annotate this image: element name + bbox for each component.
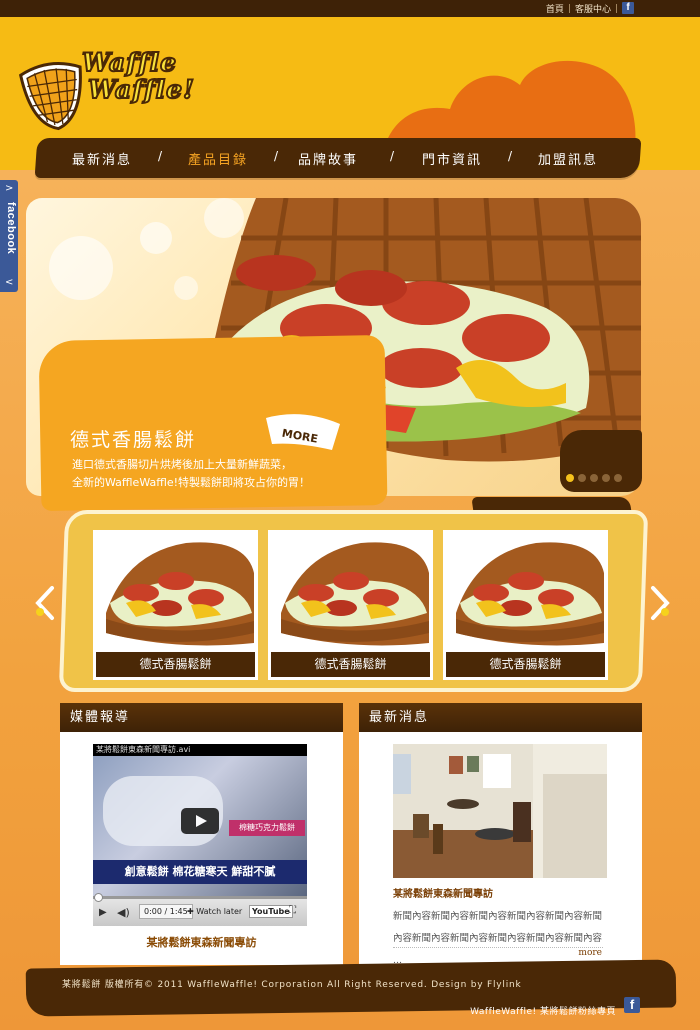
slide-dot[interactable]: [578, 474, 586, 482]
home-link[interactable]: 首頁: [546, 2, 564, 15]
media-report-panel: 媒體報導 某將鬆餅東森新聞專訪.avi 棉糖巧克力鬆餅 創意鬆餅 棉花糖寒天 鮮…: [60, 703, 343, 965]
fullscreen-icon[interactable]: ⛶: [289, 905, 296, 916]
product-caption: 德式香腸鬆餅: [446, 652, 605, 677]
hero-description: 進口德式香腸切片烘烤後加上大量新鮮蔬菜， 全新的WaffleWaffle!特製鬆…: [72, 456, 372, 492]
nav-separator: /: [390, 149, 397, 163]
nav-store-info[interactable]: 門市資訊: [422, 149, 482, 168]
main-nav: 最新消息 / 產品目錄 / 品牌故事 / 門市資訊 / 加盟訊息: [36, 138, 640, 178]
nav-brand-story[interactable]: 品牌故事: [298, 149, 358, 168]
customer-service-link[interactable]: 客服中心: [575, 2, 611, 15]
fan-page-link[interactable]: WaffleWaffle! 某將鬆餅粉絲專頁: [470, 1004, 616, 1017]
video-time: 0:00 / 1:45: [139, 904, 193, 919]
slide-dots: [566, 474, 622, 482]
media-heading: 媒體報導: [60, 703, 343, 732]
top-divider: |: [614, 3, 618, 14]
product-caption: 德式香腸鬆餅: [96, 652, 255, 677]
nav-separator: /: [508, 149, 515, 163]
media-body: 某將鬆餅東森新聞專訪.avi 棉糖巧克力鬆餅 創意鬆餅 棉花糖寒天 鮮甜不膩 ▶…: [60, 732, 343, 965]
slide-dot[interactable]: [602, 474, 610, 482]
video-title: 某將鬆餅東森新聞專訪.avi: [93, 744, 307, 756]
slide-indicator-box: [560, 430, 642, 492]
watch-later-label: Watch later: [196, 907, 243, 916]
product-image: [446, 533, 605, 651]
news-more-link[interactable]: more: [578, 948, 602, 958]
nav-latest-news[interactable]: 最新消息: [72, 149, 132, 168]
top-divider: |: [567, 3, 571, 14]
news-body: 某將鬆餅東森新聞專訪 新聞內容新聞內容新聞內容新聞內容新聞內容新聞 內容新聞內容…: [359, 732, 642, 966]
top-bar: 首頁 | 客服中心 | f: [0, 0, 700, 17]
nav-franchise-info[interactable]: 加盟訊息: [538, 149, 598, 168]
expand-arrow-icon: >: [5, 183, 14, 194]
news-photo[interactable]: [393, 744, 607, 878]
play-button-icon[interactable]: ▶: [99, 907, 107, 918]
copyright-text: 某將鬆餅 版權所有© 2011 WaffleWaffle! Corporatio…: [62, 980, 522, 990]
top-links: 首頁 | 客服中心 |: [546, 2, 618, 16]
news-divider: [393, 947, 603, 948]
product-card[interactable]: 德式香腸鬆餅: [268, 530, 433, 680]
nav-product-catalog[interactable]: 產品目錄: [188, 149, 248, 168]
hero-title: 德式香腸鬆餅: [70, 429, 197, 451]
video-player[interactable]: 某將鬆餅東森新聞專訪.avi 棉糖巧克力鬆餅 創意鬆餅 棉花糖寒天 鮮甜不膩 ▶…: [93, 744, 307, 926]
seek-handle[interactable]: [94, 893, 103, 902]
product-card[interactable]: 德式香腸鬆餅: [443, 530, 608, 680]
video-banner: 創意鬆餅 棉花糖寒天 鮮甜不膩: [93, 860, 307, 884]
facebook-tab-label: facebook: [5, 202, 17, 255]
video-screen[interactable]: 棉糖巧克力鬆餅 創意鬆餅 棉花糖寒天 鮮甜不膩: [93, 756, 307, 896]
hero-desc-line: 進口德式香腸切片烘烤後加上大量新鮮蔬菜，: [72, 458, 292, 471]
hero-desc-line: 全新的WaffleWaffle!特製鬆餅即將攻占你的胃！: [72, 476, 311, 489]
slide-dot[interactable]: [614, 474, 622, 482]
play-icon[interactable]: [181, 808, 219, 834]
latest-news-panel: 最新消息 某將鬆餅東森新聞專訪 新聞內容新聞內容新聞內容新聞內容新聞內容新聞 內…: [359, 703, 642, 966]
product-image: [271, 533, 430, 651]
product-card[interactable]: 德式香腸鬆餅: [93, 530, 258, 680]
carousel-prev-icon[interactable]: [30, 582, 60, 624]
logo-line-2: Waffle!: [87, 75, 195, 104]
facebook-icon[interactable]: f: [622, 2, 634, 14]
news-summary-line: 新聞內容新聞內容新聞內容新聞內容新聞內容新聞: [393, 911, 603, 922]
news-heading: 最新消息: [359, 703, 642, 732]
nav-separator: /: [158, 149, 165, 163]
logo-line-1: Waffle: [81, 48, 178, 77]
logo-text: Waffle Waffle!: [81, 48, 195, 104]
volume-icon[interactable]: ◀): [117, 906, 130, 919]
youtube-logo[interactable]: YouTube: [249, 905, 293, 918]
slide-dot[interactable]: [590, 474, 598, 482]
watch-later-button[interactable]: ✚ Watch later: [187, 907, 242, 916]
collapse-arrow-icon: <: [5, 277, 14, 288]
news-title[interactable]: 某將鬆餅東森新聞專訪: [393, 885, 493, 900]
video-side-caption: 棉糖巧克力鬆餅: [229, 820, 305, 836]
facebook-side-tab[interactable]: > facebook <: [0, 180, 18, 292]
more-button[interactable]: MORE: [262, 410, 344, 456]
nav-separator: /: [274, 149, 281, 163]
product-caption: 德式香腸鬆餅: [271, 652, 430, 677]
slide-dot[interactable]: [566, 474, 574, 482]
facebook-icon[interactable]: f: [624, 997, 640, 1013]
carousel-next-icon[interactable]: [645, 582, 675, 624]
product-image: [96, 533, 255, 651]
video-link[interactable]: 某將鬆餅東森新聞專訪: [60, 934, 343, 950]
video-controls: ▶ ◀) 0:00 / 1:45 ✚ Watch later YouTube ⛶: [93, 893, 307, 926]
